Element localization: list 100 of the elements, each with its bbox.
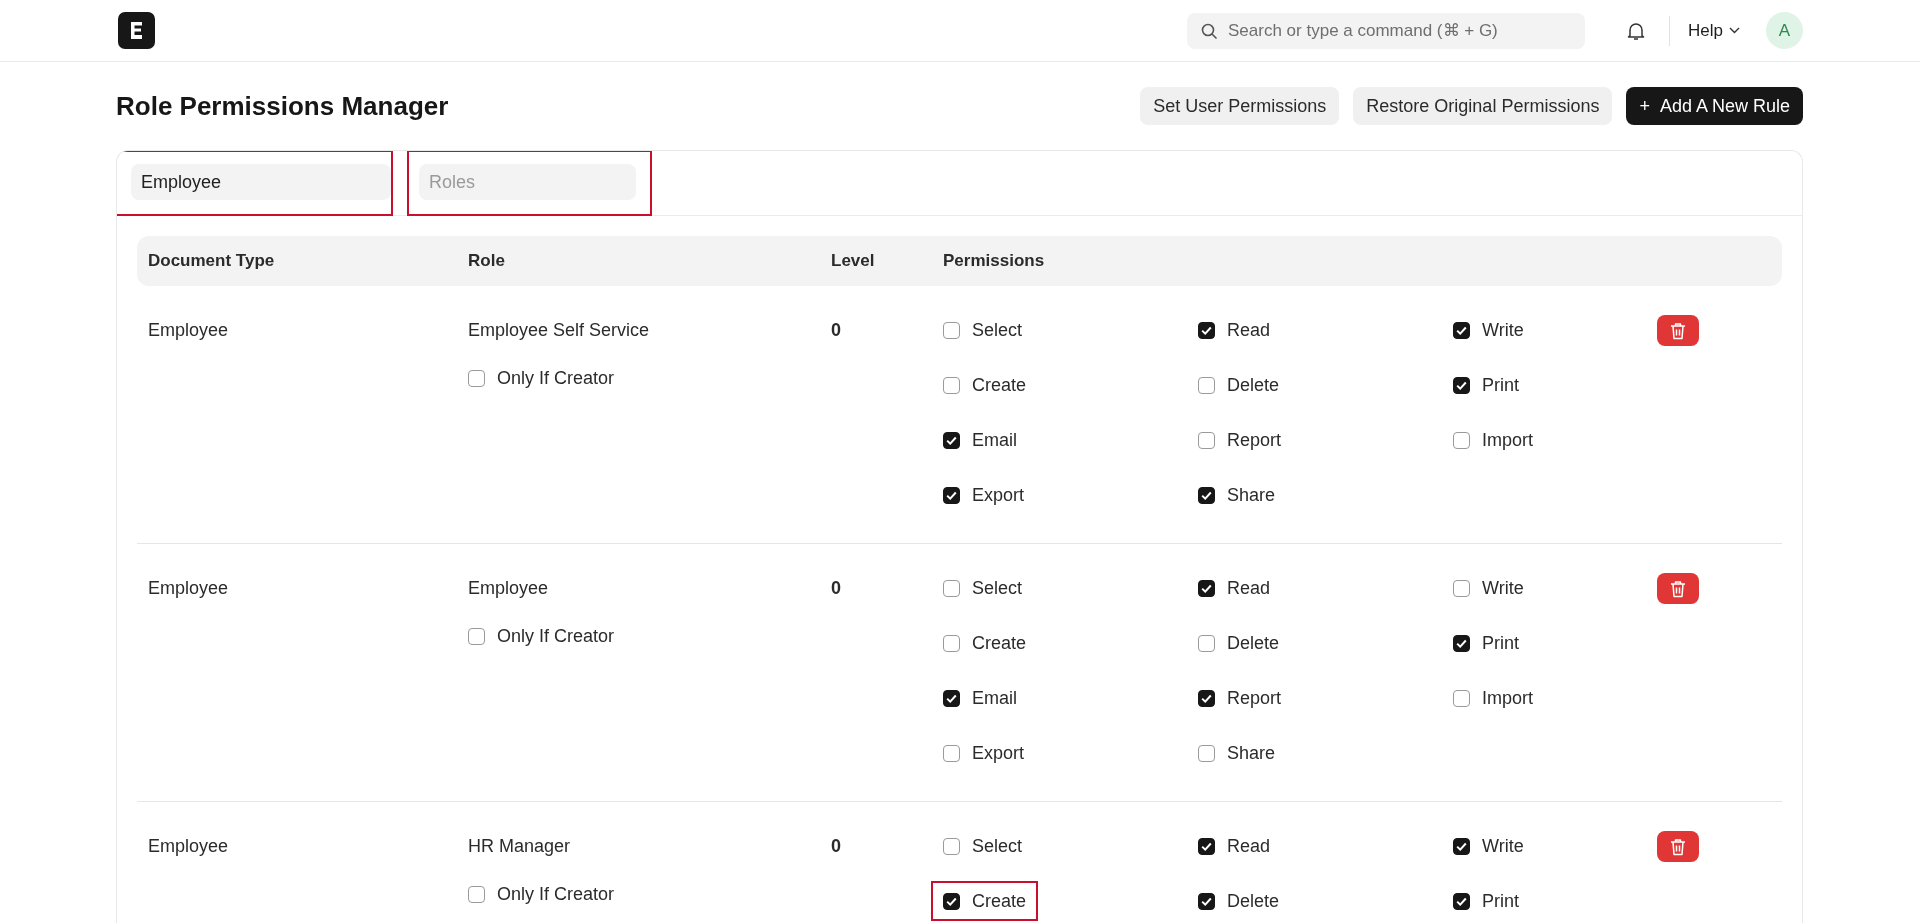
checkbox[interactable] bbox=[943, 837, 960, 855]
checkbox[interactable] bbox=[1453, 634, 1470, 652]
checkbox-label: Print bbox=[1482, 890, 1519, 912]
checkbox-label: Only If Creator bbox=[497, 883, 615, 905]
checkbox[interactable] bbox=[1198, 837, 1215, 855]
checkmark-icon bbox=[946, 435, 957, 445]
user-avatar[interactable]: A bbox=[1766, 12, 1803, 49]
trash-icon bbox=[1670, 579, 1686, 598]
checkbox[interactable] bbox=[1453, 892, 1470, 910]
column-header: Document Type bbox=[148, 251, 276, 271]
checkbox-label: Write bbox=[1482, 835, 1524, 857]
search-icon bbox=[1201, 22, 1219, 40]
table-cell-text: Employee bbox=[148, 577, 230, 600]
checkbox-label: Delete bbox=[1227, 890, 1280, 912]
checkmark-icon bbox=[1456, 896, 1467, 906]
action-button[interactable]: Set User Permissions bbox=[1140, 87, 1340, 125]
checkbox[interactable] bbox=[943, 689, 960, 707]
checkbox-label: Create bbox=[972, 374, 1027, 396]
delete-button[interactable] bbox=[1657, 831, 1699, 862]
document-type-field[interactable]: Employee bbox=[131, 164, 391, 200]
checkbox-label: Email bbox=[972, 687, 1017, 709]
checkbox[interactable] bbox=[1453, 431, 1470, 449]
checkbox[interactable] bbox=[1198, 376, 1215, 394]
column-header: Level bbox=[831, 251, 876, 271]
checkbox-label: Export bbox=[972, 742, 1025, 764]
checkmark-icon bbox=[946, 693, 957, 703]
checkbox[interactable] bbox=[468, 369, 485, 387]
search-field[interactable]: Search or type a command (⌘ + G) bbox=[1187, 12, 1586, 49]
checkbox[interactable] bbox=[1198, 744, 1215, 762]
checkbox[interactable] bbox=[1198, 579, 1215, 597]
add-rule-button[interactable]: + Add A New Rule bbox=[1626, 87, 1803, 125]
checkbox-label: Select bbox=[972, 319, 1023, 341]
checkbox-label: Write bbox=[1482, 577, 1524, 599]
page-title: Role Permissions Manager bbox=[116, 90, 450, 122]
checkbox-label: Create bbox=[972, 890, 1027, 912]
checkbox-label: Select bbox=[972, 577, 1023, 599]
checkbox[interactable] bbox=[1453, 837, 1470, 855]
column-header: Role bbox=[468, 251, 506, 271]
checkbox-label: Report bbox=[1227, 429, 1282, 451]
help-menu[interactable]: Help bbox=[1688, 20, 1740, 41]
checkmark-icon bbox=[1201, 583, 1212, 593]
checkmark-icon bbox=[1456, 638, 1467, 648]
table-cell-text: Employee Self Service bbox=[468, 319, 651, 342]
checkbox[interactable] bbox=[1198, 689, 1215, 707]
checkbox-label: Write bbox=[1482, 319, 1524, 341]
checkmark-icon bbox=[1201, 841, 1212, 851]
app-logo-icon[interactable] bbox=[118, 12, 155, 49]
checkbox[interactable] bbox=[943, 892, 960, 910]
table-cell-text: Employee bbox=[468, 577, 550, 600]
checkbox-label: Share bbox=[1227, 742, 1276, 764]
checkbox-label: Print bbox=[1482, 374, 1519, 396]
checkbox-label: Read bbox=[1227, 835, 1271, 857]
checkbox[interactable] bbox=[1198, 321, 1215, 339]
checkbox[interactable] bbox=[1198, 634, 1215, 652]
checkbox[interactable] bbox=[943, 376, 960, 394]
checkbox-label: Print bbox=[1482, 632, 1519, 654]
checkmark-icon bbox=[1201, 896, 1212, 906]
checkbox[interactable] bbox=[943, 486, 960, 504]
checkbox[interactable] bbox=[943, 744, 960, 762]
checkbox[interactable] bbox=[468, 627, 485, 645]
checkbox-label: Share bbox=[1227, 484, 1276, 506]
checkbox[interactable] bbox=[943, 321, 960, 339]
checkbox-label: Only If Creator bbox=[497, 367, 615, 389]
checkmark-icon bbox=[1201, 490, 1212, 500]
checkbox-label: Import bbox=[1482, 429, 1533, 451]
checkbox[interactable] bbox=[1198, 431, 1215, 449]
delete-button[interactable] bbox=[1657, 573, 1699, 604]
checkbox-label: Create bbox=[972, 632, 1027, 654]
checkmark-icon bbox=[946, 490, 957, 500]
table-cell-text: HR Manager bbox=[468, 835, 572, 858]
checkmark-icon bbox=[946, 896, 957, 906]
checkbox-label: Report bbox=[1227, 687, 1282, 709]
checkbox[interactable] bbox=[1198, 486, 1215, 504]
column-header: Permissions bbox=[943, 251, 1046, 271]
table-cell-text: 0 bbox=[831, 835, 842, 858]
checkbox[interactable] bbox=[1198, 892, 1215, 910]
checkbox[interactable] bbox=[1453, 321, 1470, 339]
checkbox[interactable] bbox=[1453, 376, 1470, 394]
checkbox-label: Export bbox=[972, 484, 1025, 506]
delete-button[interactable] bbox=[1657, 315, 1699, 346]
role-field[interactable]: Roles bbox=[419, 164, 636, 200]
table-cell-text: Employee bbox=[148, 835, 230, 858]
checkbox[interactable] bbox=[943, 634, 960, 652]
checkmark-icon bbox=[1456, 325, 1467, 335]
checkbox[interactable] bbox=[943, 579, 960, 597]
checkbox[interactable] bbox=[1453, 579, 1470, 597]
checkbox-label: Select bbox=[972, 835, 1023, 857]
checkbox-label: Delete bbox=[1227, 632, 1280, 654]
trash-icon bbox=[1670, 321, 1686, 340]
action-button[interactable]: Restore Original Permissions bbox=[1353, 87, 1613, 125]
checkmark-icon bbox=[1201, 325, 1212, 335]
checkbox[interactable] bbox=[468, 885, 485, 903]
checkmark-icon bbox=[1456, 380, 1467, 390]
checkbox-label: Email bbox=[972, 429, 1017, 451]
checkmark-icon bbox=[1456, 841, 1467, 851]
checkbox[interactable] bbox=[1453, 689, 1470, 707]
checkbox-label: Only If Creator bbox=[497, 625, 615, 647]
trash-icon bbox=[1670, 837, 1686, 856]
checkbox[interactable] bbox=[943, 431, 960, 449]
checkbox-label: Import bbox=[1482, 687, 1533, 709]
